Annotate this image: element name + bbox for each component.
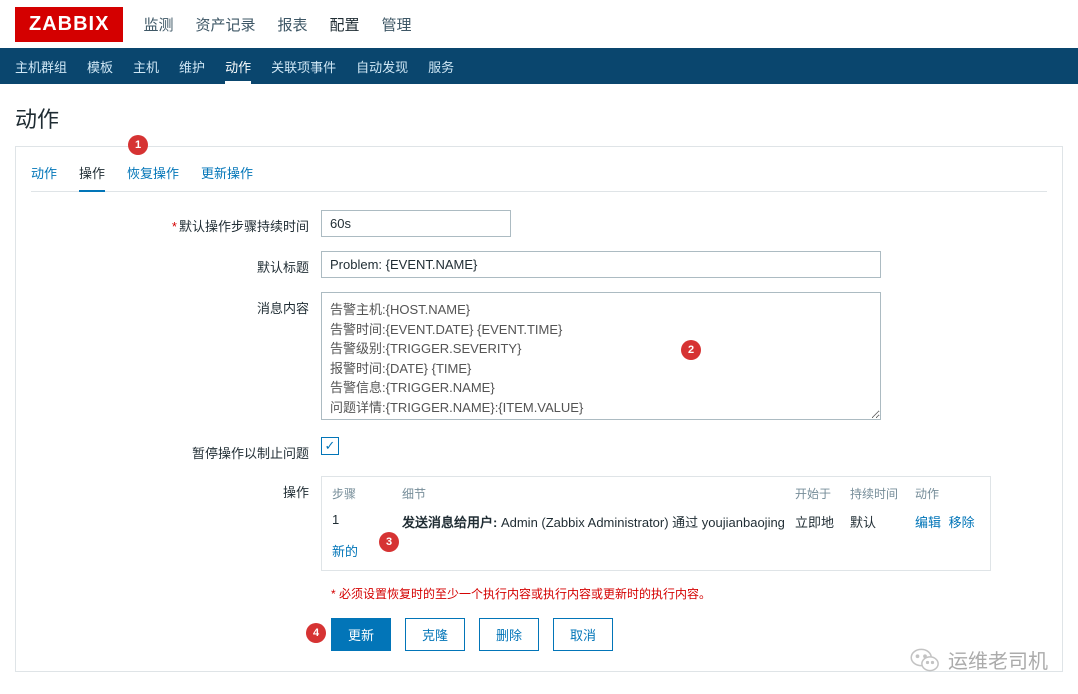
subnav-services[interactable]: 服务	[428, 49, 454, 84]
subnav-maintenance[interactable]: 维护	[179, 49, 205, 84]
annotation-badge-4: 4	[306, 623, 326, 643]
start-value: 立即地	[795, 512, 850, 531]
message-textarea[interactable]: 告警主机:{HOST.NAME} 告警时间:{EVENT.DATE} {EVEN…	[321, 292, 881, 420]
duration-value: 默认	[850, 512, 915, 531]
col-step: 步骤	[332, 485, 402, 502]
required-note: * 必须设置恢复时的至少一个执行内容或执行内容或更新时的执行内容。	[331, 585, 711, 602]
col-action: 动作	[915, 485, 980, 502]
cancel-button[interactable]: 取消	[553, 618, 613, 651]
wechat-icon	[910, 647, 940, 673]
duration-label: *默认操作步骤持续时间	[31, 210, 321, 235]
tab-recovery[interactable]: 恢复操作	[127, 155, 179, 191]
message-label: 消息内容	[31, 292, 321, 317]
pause-checkbox[interactable]: ✓	[321, 437, 339, 455]
duration-input[interactable]	[321, 210, 511, 237]
col-start: 开始于	[795, 485, 850, 502]
title-label: 默认标题	[31, 251, 321, 276]
remove-link[interactable]: 移除	[949, 515, 975, 530]
edit-link[interactable]: 编辑	[915, 515, 941, 530]
nav-inventory[interactable]: 资产记录	[195, 8, 255, 41]
tab-action[interactable]: 动作	[31, 155, 57, 191]
sub-nav: 主机群组 模板 主机 维护 动作 关联项事件 自动发现 服务	[0, 48, 1078, 84]
tabs: 动作 操作 恢复操作 更新操作 1	[31, 147, 1047, 192]
nav-config[interactable]: 配置	[330, 8, 360, 41]
subnav-discovery[interactable]: 自动发现	[356, 49, 408, 84]
page-title: 动作	[15, 102, 1063, 134]
zabbix-logo[interactable]: ZABBIX	[15, 7, 123, 42]
nav-admin[interactable]: 管理	[382, 8, 412, 41]
col-duration: 持续时间	[850, 485, 915, 502]
annotation-badge-2: 2	[681, 340, 701, 360]
ops-label: 操作	[31, 476, 321, 501]
subnav-correlation[interactable]: 关联项事件	[271, 49, 336, 84]
new-operation-link[interactable]: 新的	[332, 537, 358, 560]
annotation-badge-3: 3	[379, 532, 399, 552]
pause-label: 暂停操作以制止问题	[31, 437, 321, 462]
tab-update[interactable]: 更新操作	[201, 155, 253, 191]
nav-monitor[interactable]: 监测	[143, 8, 173, 41]
delete-button[interactable]: 删除	[479, 618, 539, 651]
step-value: 1	[332, 512, 402, 531]
title-input[interactable]	[321, 251, 881, 278]
annotation-badge-1: 1	[128, 135, 148, 155]
update-button[interactable]: 更新	[331, 618, 391, 651]
subnav-actions[interactable]: 动作	[225, 49, 251, 84]
action-links: 编辑 移除	[915, 512, 980, 531]
clone-button[interactable]: 克隆	[405, 618, 465, 651]
tab-operation[interactable]: 操作	[79, 155, 105, 192]
watermark: 运维老司机	[910, 645, 1048, 674]
table-row: 1 发送消息给用户: Admin (Zabbix Administrator) …	[332, 506, 980, 537]
detail-value: 发送消息给用户: Admin (Zabbix Administrator) 通过…	[402, 512, 795, 531]
subnav-hosts[interactable]: 主机	[133, 49, 159, 84]
watermark-text: 运维老司机	[948, 645, 1048, 674]
operations-table: 步骤 细节 开始于 持续时间 动作 1 发送消息给用户: Admin (Zabb…	[321, 476, 991, 571]
subnav-hostgroups[interactable]: 主机群组	[15, 49, 67, 84]
col-detail: 细节	[402, 485, 795, 502]
top-nav: 监测 资产记录 报表 配置 管理	[143, 8, 411, 41]
subnav-templates[interactable]: 模板	[87, 49, 113, 84]
nav-reports[interactable]: 报表	[277, 8, 307, 41]
